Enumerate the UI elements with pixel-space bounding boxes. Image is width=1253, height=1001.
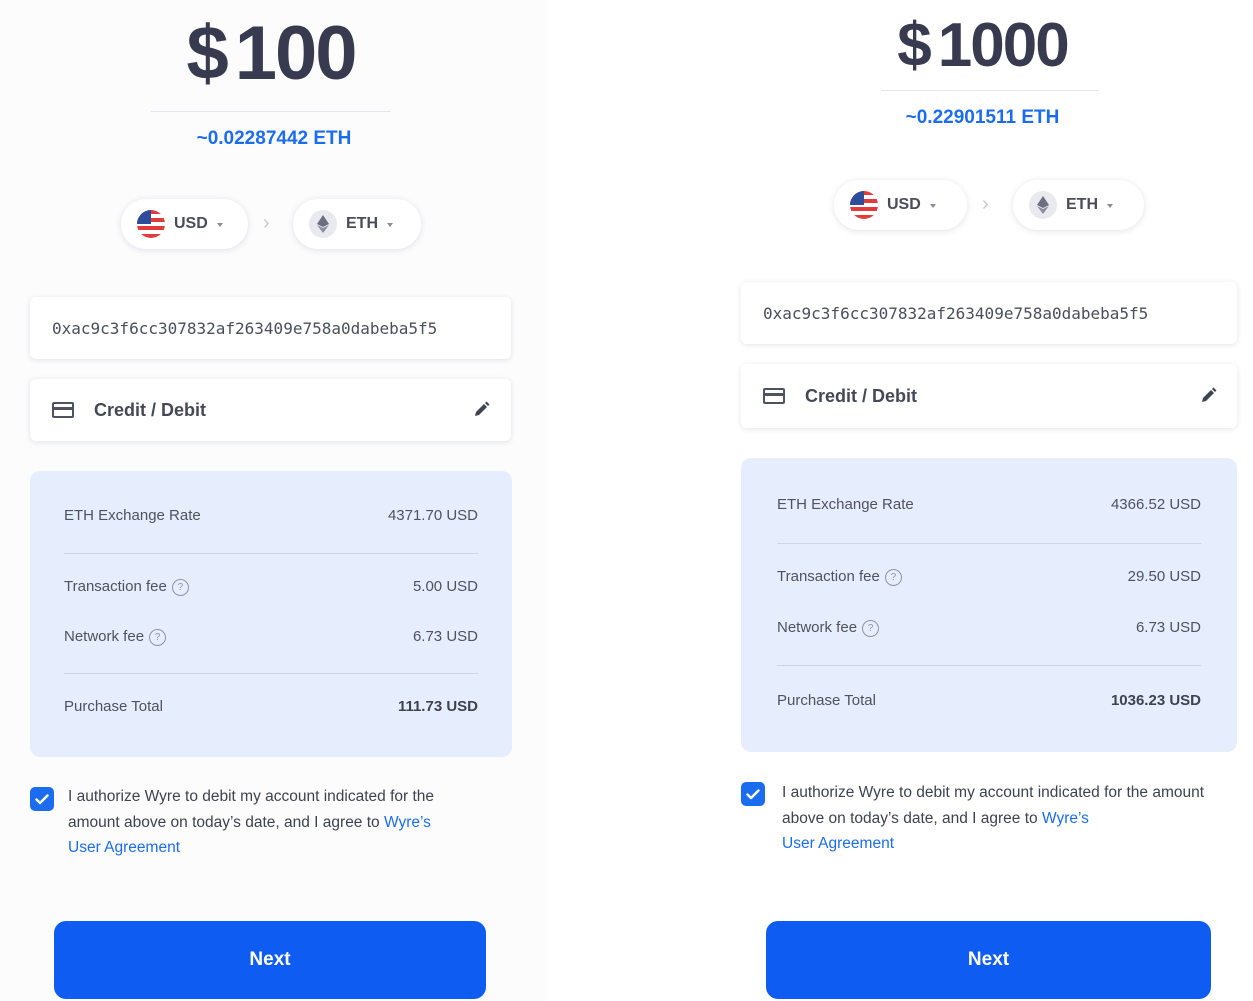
wallet-address-value: 0xac9c3f6cc307832af263409e758a0dabeba5f5 <box>52 318 438 338</box>
exchange-rate-value: 4371.70 USD <box>387 507 478 524</box>
summary-divider <box>64 673 478 674</box>
payment-method-label: Credit / Debit <box>805 385 918 406</box>
from-currency-selector[interactable]: USD <box>834 180 967 230</box>
from-currency-label: USD <box>887 196 921 213</box>
purchase-total-value: 1036.23 USD <box>1110 692 1201 709</box>
question-circle-icon[interactable]: ? <box>171 578 189 596</box>
chevron-right-icon: › <box>263 212 270 234</box>
wallet-address-field[interactable]: 0xac9c3f6cc307832af263409e758a0dabeba5f5 <box>30 297 511 359</box>
exchange-rate-value: 4366.52 USD <box>1110 496 1201 513</box>
order-summary: ETH Exchange Rate 4366.52 USD Transactio… <box>741 458 1237 752</box>
crypto-estimate: ~0.02287442 ETH <box>196 128 352 149</box>
authorize-checkbox[interactable] <box>30 787 54 811</box>
summary-divider <box>777 543 1201 544</box>
to-currency-selector[interactable]: ETH <box>1013 180 1144 230</box>
purchase-total-row: Purchase Total 111.73 USD <box>64 698 478 715</box>
network-fee-label: Network fee <box>64 628 145 645</box>
amount-underline <box>881 90 1099 91</box>
transaction-fee-value: 29.50 USD <box>1127 568 1201 586</box>
exchange-rate-row: ETH Exchange Rate 4371.70 USD <box>64 507 478 524</box>
transaction-fee-label: Transaction fee <box>64 578 167 595</box>
exchange-rate-label: ETH Exchange Rate <box>777 496 914 513</box>
amount-display[interactable]: $100 <box>0 10 548 97</box>
order-summary: ETH Exchange Rate 4371.70 USD Transactio… <box>30 471 512 757</box>
authorize-checkbox[interactable] <box>741 782 765 806</box>
purchase-total-label: Purchase Total <box>64 698 163 715</box>
checkmark-icon <box>35 793 49 804</box>
exchange-rate-label: ETH Exchange Rate <box>64 507 201 524</box>
checkmark-icon <box>746 788 760 799</box>
question-circle-icon[interactable]: ? <box>862 619 880 637</box>
summary-divider <box>64 553 478 554</box>
purchase-screen-1000: $1000 ~0.22901511 ETH USD › ETH 0xac9c3f… <box>712 0 1253 1001</box>
network-fee-row: Network fee? 6.73 USD <box>64 628 478 646</box>
amount-value: 1000 <box>937 11 1070 80</box>
amount-value: 100 <box>234 11 358 96</box>
payment-method-selector[interactable]: Credit / Debit <box>30 379 511 441</box>
transaction-fee-value: 5.00 USD <box>412 578 478 596</box>
transaction-fee-row: Transaction fee? 5.00 USD <box>64 578 478 596</box>
currency-symbol: $ <box>186 11 228 96</box>
authorization-text: I authorize Wyre to debit my account ind… <box>782 780 1212 857</box>
from-currency-selector[interactable]: USD <box>121 199 248 249</box>
authorization-text: I authorize Wyre to debit my account ind… <box>68 784 488 861</box>
to-currency-label: ETH <box>1066 196 1098 213</box>
caret-down-icon <box>929 204 936 208</box>
us-flag-icon <box>850 191 878 219</box>
us-flag-icon <box>137 210 165 238</box>
caret-down-icon <box>387 223 393 227</box>
amount-display[interactable]: $1000 <box>712 10 1253 81</box>
transaction-fee-label: Transaction fee <box>777 568 880 585</box>
credit-card-icon <box>52 402 74 418</box>
question-circle-icon[interactable]: ? <box>149 628 167 646</box>
network-fee-value: 6.73 USD <box>412 628 478 646</box>
pencil-icon[interactable] <box>1200 387 1217 404</box>
question-circle-icon[interactable]: ? <box>884 568 902 586</box>
ethereum-icon <box>309 210 337 238</box>
crypto-estimate: ~0.22901511 ETH <box>905 107 1060 128</box>
purchase-total-label: Purchase Total <box>777 692 876 709</box>
authorization-copy: I authorize Wyre to debit my account ind… <box>68 788 435 831</box>
network-fee-row: Network fee? 6.73 USD <box>777 619 1201 637</box>
purchase-total-value: 111.73 USD <box>397 698 478 715</box>
wyres-link[interactable]: Wyre’s <box>1042 810 1089 827</box>
purchase-screen-100: $100 ~0.02287442 ETH USD › ETH 0xac9c3f6… <box>0 0 548 1001</box>
to-currency-label: ETH <box>346 215 378 232</box>
caret-down-icon <box>1107 204 1113 208</box>
next-button[interactable]: Next <box>766 921 1211 999</box>
network-fee-value: 6.73 USD <box>1135 619 1201 637</box>
wallet-address-field[interactable]: 0xac9c3f6cc307832af263409e758a0dabeba5f5 <box>741 282 1237 344</box>
summary-divider <box>777 665 1201 666</box>
chevron-right-icon: › <box>982 193 989 215</box>
purchase-total-row: Purchase Total 1036.23 USD <box>777 692 1201 709</box>
user-agreement-link[interactable]: User Agreement <box>782 835 894 852</box>
currency-symbol: $ <box>897 11 932 80</box>
caret-down-icon <box>216 223 223 227</box>
amount-underline <box>151 111 391 112</box>
credit-card-icon <box>763 388 785 404</box>
to-currency-selector[interactable]: ETH <box>293 199 421 249</box>
ethereum-icon <box>1029 191 1057 219</box>
payment-method-selector[interactable]: Credit / Debit <box>741 364 1237 428</box>
wallet-address-value: 0xac9c3f6cc307832af263409e758a0dabeba5f5 <box>763 303 1149 323</box>
payment-method-label: Credit / Debit <box>94 399 207 420</box>
next-button[interactable]: Next <box>54 921 486 999</box>
transaction-fee-row: Transaction fee? 29.50 USD <box>777 568 1201 586</box>
wyres-link[interactable]: Wyre’s <box>384 814 431 831</box>
pencil-icon[interactable] <box>473 401 490 418</box>
from-currency-label: USD <box>174 215 208 232</box>
user-agreement-link[interactable]: User Agreement <box>68 839 180 856</box>
exchange-rate-row: ETH Exchange Rate 4366.52 USD <box>777 496 1201 513</box>
network-fee-label: Network fee <box>777 619 858 636</box>
authorization-copy: I authorize Wyre to debit my account ind… <box>782 784 1205 827</box>
